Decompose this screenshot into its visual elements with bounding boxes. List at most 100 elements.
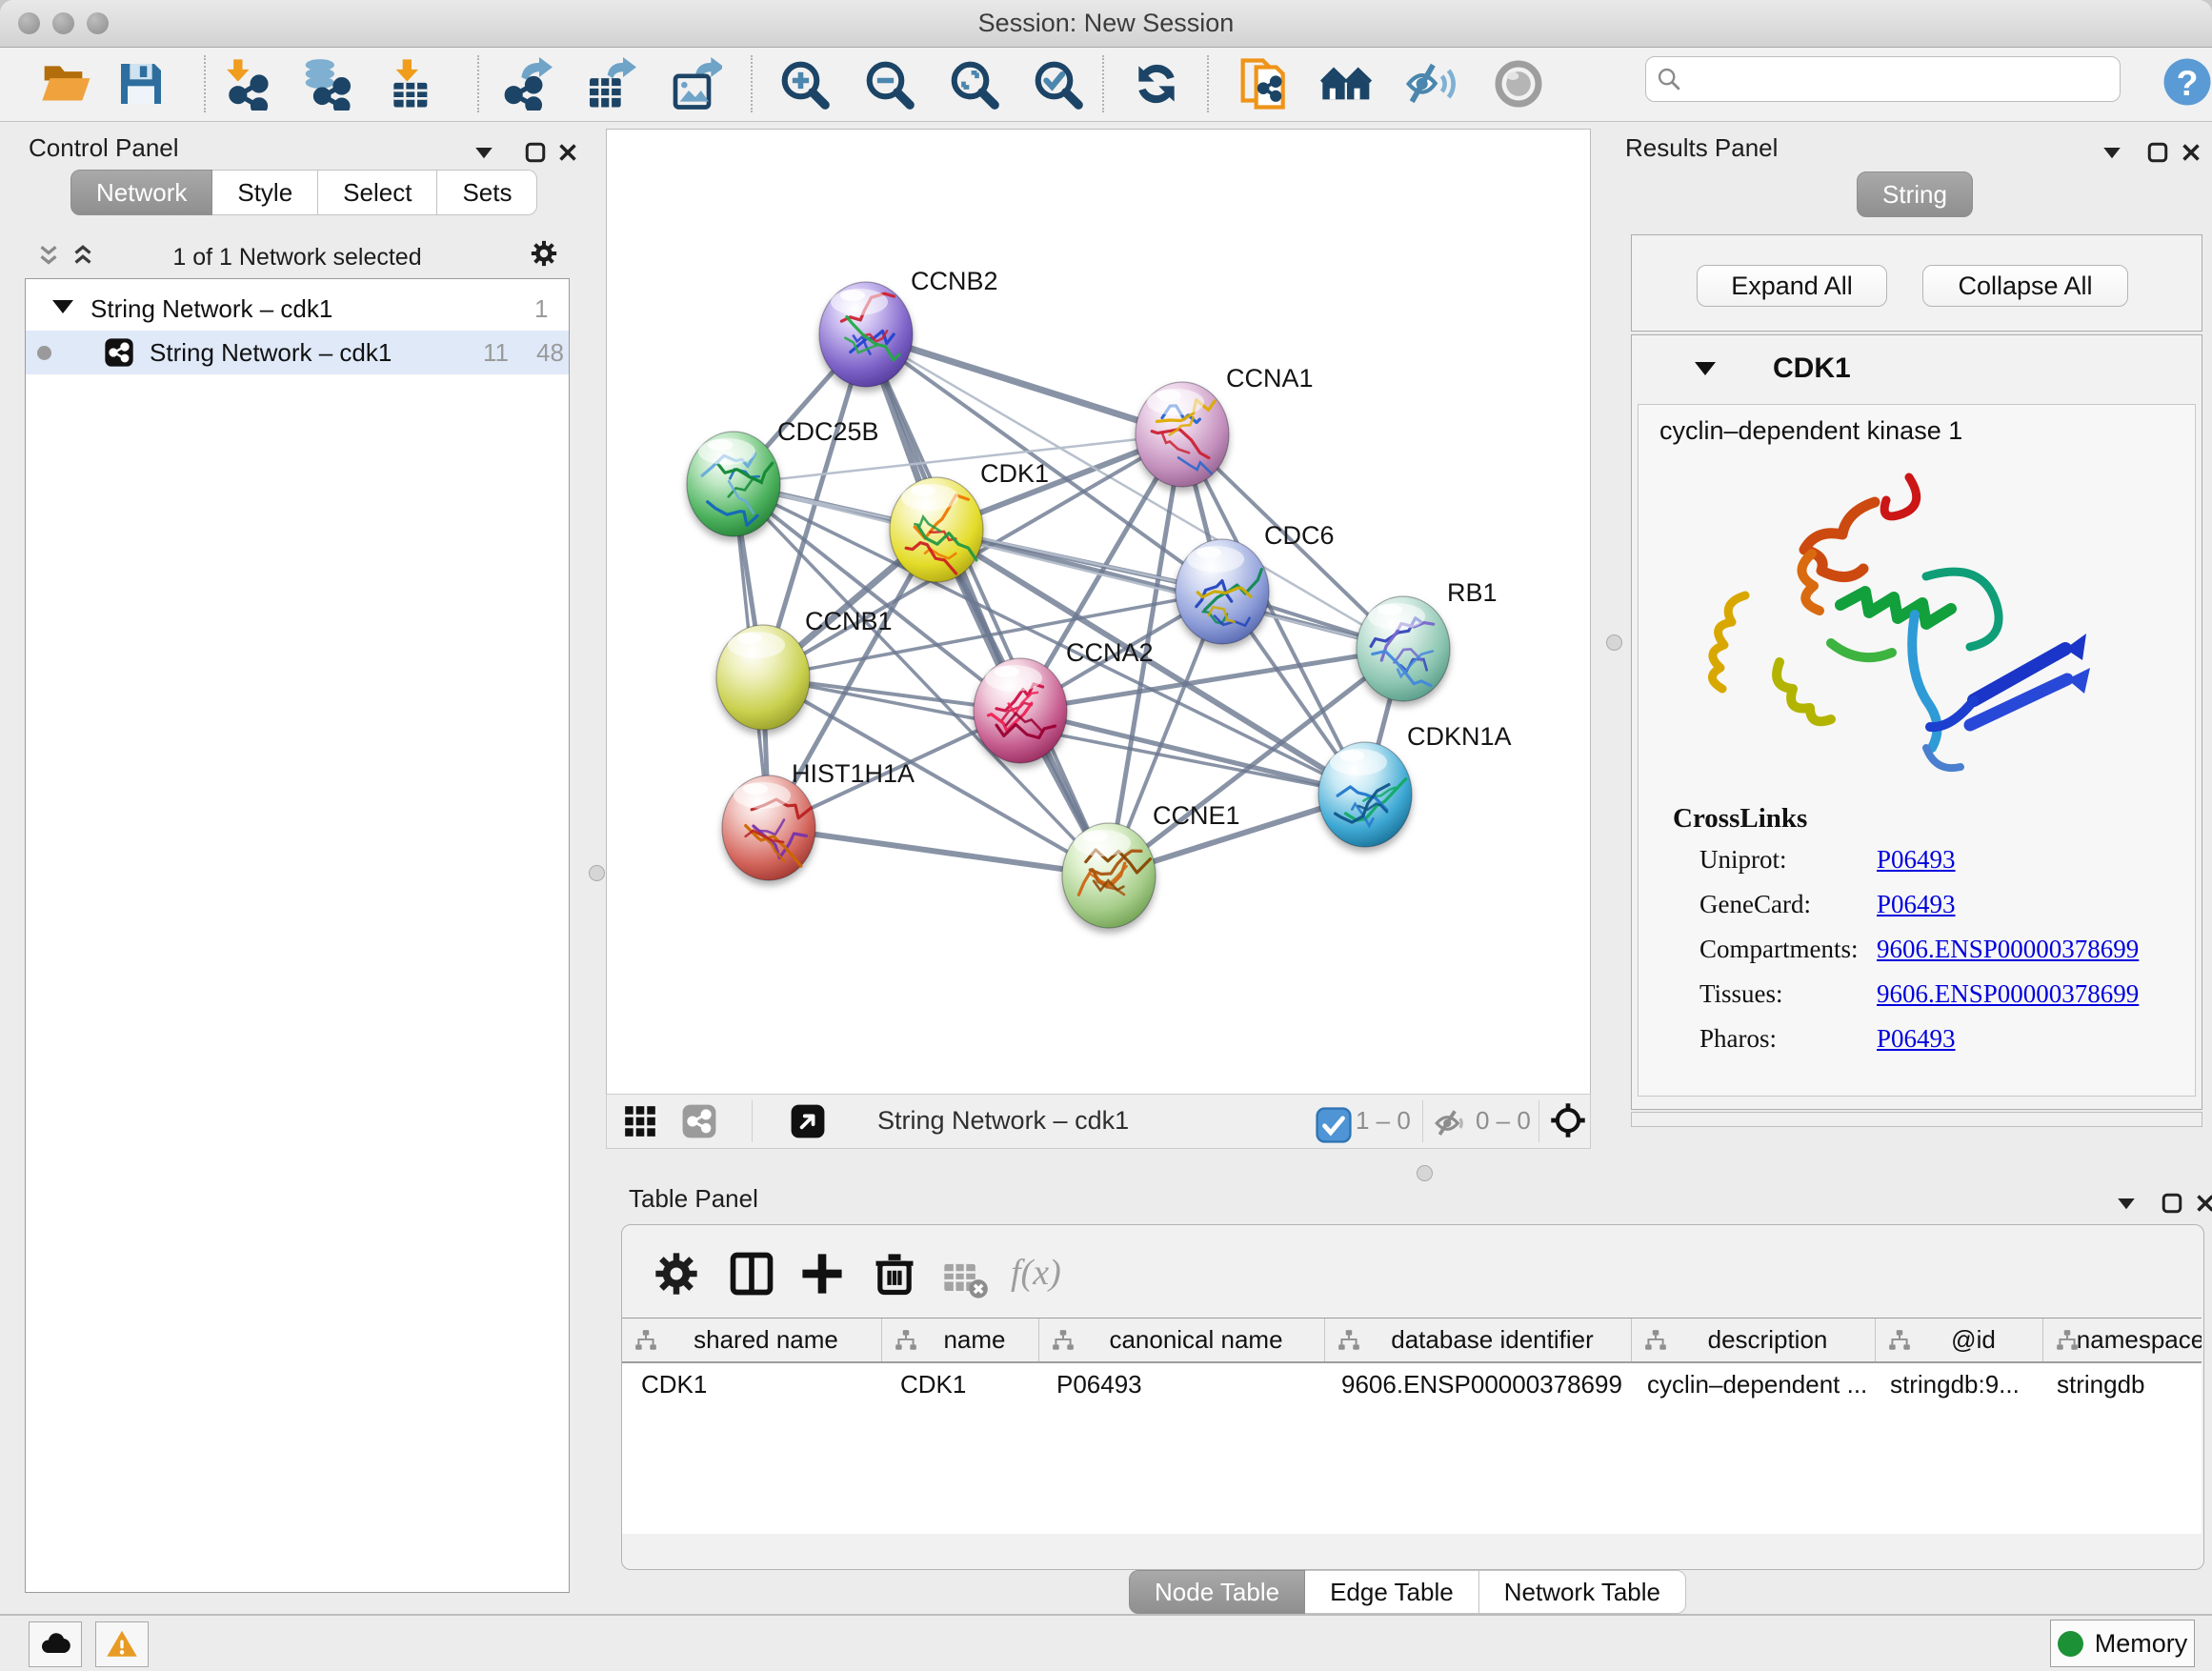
expand-all-button[interactable]: Expand All <box>1697 265 1887 307</box>
tab-sets[interactable]: Sets <box>437 170 537 215</box>
column-header--id[interactable]: @id <box>1876 1319 2043 1361</box>
cloud-status-button[interactable] <box>29 1621 82 1667</box>
results-buttons-box: Expand All Collapse All <box>1631 234 2202 332</box>
tab-network-table[interactable]: Network Table <box>1479 1570 1686 1614</box>
import-table-button[interactable] <box>385 57 438 111</box>
network-collection-row[interactable]: String Network – cdk1 1 <box>26 287 569 331</box>
crosslinks-list: Uniprot:P06493GeneCard:P06493Compartment… <box>1639 845 2195 1069</box>
zoom-in-button[interactable] <box>777 57 831 111</box>
open-session-button[interactable] <box>40 57 93 111</box>
table-options-gear-icon[interactable] <box>652 1249 701 1299</box>
add-column-icon[interactable] <box>797 1249 847 1299</box>
network-node-cdkn1a[interactable] <box>1318 742 1412 847</box>
zoom-selected-button[interactable] <box>1031 57 1084 111</box>
table-cell[interactable]: cyclin–dependent ... <box>1628 1363 1871 1406</box>
save-icon <box>114 57 168 111</box>
network-node-ccne1[interactable] <box>1062 823 1156 928</box>
network-node-ccnb1[interactable] <box>716 625 810 730</box>
network-row-selected[interactable]: String Network – cdk1 11 48 <box>26 331 569 374</box>
control-panel-close-button[interactable] <box>553 138 582 167</box>
table-cell[interactable]: stringdb <box>2038 1363 2202 1406</box>
tab-style[interactable]: Style <box>212 170 318 215</box>
network-edge[interactable] <box>866 334 1109 876</box>
tab-node-table[interactable]: Node Table <box>1129 1570 1305 1614</box>
network-edge[interactable] <box>866 334 1182 434</box>
table-cell[interactable]: CDK1 <box>622 1363 881 1406</box>
save-session-button[interactable] <box>114 57 168 111</box>
help-button[interactable]: ? <box>2161 55 2212 109</box>
tab-string[interactable]: String <box>1857 171 1973 217</box>
crosslink-link[interactable]: P06493 <box>1877 890 1956 919</box>
tab-select[interactable]: Select <box>318 170 437 215</box>
tab-network[interactable]: Network <box>70 170 212 215</box>
selected-nodes-checkbox-icon[interactable] <box>1316 1107 1344 1136</box>
network-share-view-icon[interactable] <box>681 1103 717 1139</box>
column-header-canonical-name[interactable]: canonical name <box>1039 1319 1325 1361</box>
network-node-rb1[interactable] <box>1357 596 1450 701</box>
export-network-button[interactable] <box>499 57 553 111</box>
export-table-button[interactable] <box>583 57 636 111</box>
results-panel-menu-button[interactable] <box>2098 138 2126 167</box>
collapse-all-button[interactable]: Collapse All <box>1922 265 2128 307</box>
homes-button[interactable] <box>1320 57 1374 111</box>
zoom-out-button[interactable] <box>862 57 915 111</box>
tab-edge-table[interactable]: Edge Table <box>1305 1570 1479 1614</box>
table-panel-menu-button[interactable] <box>2112 1189 2141 1218</box>
network-node-cdc6[interactable] <box>1176 539 1269 644</box>
column-header-name[interactable]: name <box>882 1319 1039 1361</box>
collection-collapse-caret[interactable] <box>52 300 73 313</box>
control-panel-menu-button[interactable] <box>470 138 498 167</box>
apply-layout-button[interactable] <box>1130 57 1183 111</box>
results-panel-close-button[interactable] <box>2177 138 2205 167</box>
table-cell[interactable]: stringdb:9... <box>1871 1363 2038 1406</box>
import-network-button[interactable] <box>219 57 272 111</box>
network-node-ccna1[interactable] <box>1136 382 1229 487</box>
zoom-fit-button[interactable] <box>947 57 1000 111</box>
memory-button[interactable]: Memory <box>2050 1620 2195 1667</box>
network-node-cdk1[interactable] <box>890 477 983 582</box>
crosslink-link[interactable]: 9606.ENSP00000378699 <box>1877 935 2139 964</box>
table-panel: Table Panel f(x) shared namenamecanonica… <box>614 1179 2212 1601</box>
results-panel-float-button[interactable] <box>2143 138 2172 167</box>
table-cell[interactable]: 9606.ENSP00000378699 <box>1322 1363 1628 1406</box>
gene-collapse-caret[interactable] <box>1695 362 1716 375</box>
table-panel-float-button[interactable] <box>2158 1189 2186 1218</box>
left-splitter-handle[interactable] <box>589 865 605 881</box>
search-input[interactable] <box>1690 61 2113 97</box>
show-columns-icon[interactable] <box>727 1249 776 1299</box>
column-header-description[interactable]: description <box>1632 1319 1876 1361</box>
column-header-shared-name[interactable]: shared name <box>622 1319 882 1361</box>
column-header-database-identifier[interactable]: database identifier <box>1325 1319 1632 1361</box>
crosslink-link[interactable]: 9606.ENSP00000378699 <box>1877 979 2139 1009</box>
memory-status-dot <box>2058 1631 2083 1657</box>
network-options-gear-icon[interactable] <box>530 239 562 272</box>
toolbar-search <box>1645 56 2121 102</box>
column-header-namespace[interactable]: namespace <box>2043 1319 2202 1361</box>
table-row[interactable]: CDK1CDK1P064939606.ENSP00000378699cyclin… <box>622 1363 2202 1406</box>
delete-column-icon[interactable] <box>870 1249 919 1299</box>
hidden-eye-slash-icon[interactable] <box>1434 1105 1466 1137</box>
export-image-button[interactable] <box>669 57 722 111</box>
network-node-hist1h1a[interactable] <box>722 775 815 880</box>
table-panel-close-button[interactable] <box>2191 1189 2212 1218</box>
eye-button[interactable] <box>1492 57 1545 111</box>
control-panel-float-button[interactable] <box>521 138 550 167</box>
network-node-ccna2[interactable] <box>974 658 1067 763</box>
crosslink-link[interactable]: P06493 <box>1877 845 1956 875</box>
warnings-button[interactable] <box>95 1621 149 1667</box>
hide-glass-effect-button[interactable] <box>1404 57 1458 111</box>
grid-view-icon[interactable] <box>622 1103 658 1139</box>
network-edge[interactable] <box>769 828 1109 876</box>
share-network-button[interactable] <box>1238 57 1292 111</box>
network-view-canvas[interactable]: CCNB2CCNA1CDC25BCDK1CDC6RB1CCNB1CCNA2CDK… <box>606 129 1591 1095</box>
network-graph[interactable]: CCNB2CCNA1CDC25BCDK1CDC6RB1CCNB1CCNA2CDK… <box>607 130 1590 1095</box>
network-node-cdc25b[interactable] <box>687 432 780 536</box>
table-cell[interactable]: P06493 <box>1037 1363 1322 1406</box>
eye-slash-icon <box>1404 57 1458 111</box>
table-cell[interactable]: CDK1 <box>881 1363 1037 1406</box>
detach-view-icon[interactable] <box>790 1103 826 1139</box>
crosslink-link[interactable]: P06493 <box>1877 1024 1956 1054</box>
network-node-ccnb2[interactable] <box>819 282 913 387</box>
birds-eye-crosshair-icon[interactable] <box>1550 1102 1586 1138</box>
import-network-from-database-button[interactable] <box>301 57 354 111</box>
